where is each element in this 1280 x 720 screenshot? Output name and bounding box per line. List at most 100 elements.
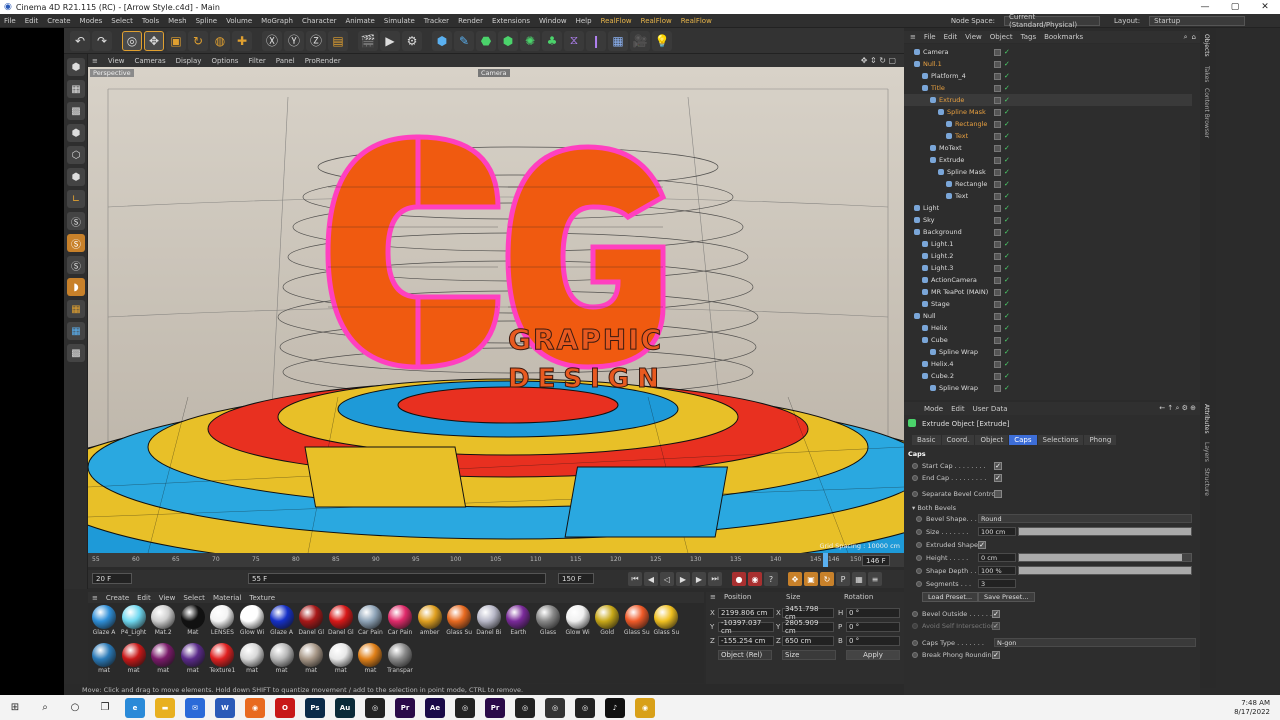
camera-icon[interactable]: 🎥 <box>630 30 650 51</box>
firefox-icon[interactable]: ◉ <box>245 697 265 718</box>
enabled-check-icon[interactable]: ✓ <box>1004 168 1010 176</box>
deformer-icon[interactable]: ⧖ <box>564 30 584 51</box>
object-row[interactable]: Null ✓ <box>904 310 1192 322</box>
cortana-icon[interactable]: ○ <box>65 698 85 718</box>
tiktok-icon[interactable]: ♪ <box>605 697 625 718</box>
bevel-outside-checkbox[interactable]: ✓ <box>992 610 1000 618</box>
chrome-icon[interactable]: ◉ <box>635 697 655 718</box>
enabled-check-icon[interactable]: ✓ <box>1004 204 1010 212</box>
menu-mograph[interactable]: MoGraph <box>261 17 293 25</box>
menu-animate[interactable]: Animate <box>346 17 375 25</box>
start-frame-field[interactable]: 20 F <box>92 573 132 584</box>
attr-nav-icons[interactable]: ← ↑ ⌕ ⚙ ⊕ <box>1159 404 1196 413</box>
menu-tracker[interactable]: Tracker <box>424 17 449 25</box>
axis-mode-icon[interactable]: ∟ <box>67 190 85 208</box>
extruded-shape-checkbox[interactable]: ✓ <box>978 541 986 549</box>
obj-menu-view[interactable]: View <box>965 33 982 41</box>
coordinate-system-icon[interactable]: ▤ <box>328 30 348 51</box>
object-row[interactable]: Sky ✓ <box>904 214 1192 226</box>
anim-dot[interactable] <box>916 516 922 522</box>
bevel-shape-dropdown[interactable]: Round <box>978 514 1192 523</box>
home-icon[interactable]: ⌂ <box>1192 33 1196 41</box>
obj-menu-file[interactable]: File <box>924 33 936 41</box>
size-field[interactable]: 100 cm <box>978 527 1016 536</box>
enabled-check-icon[interactable]: ✓ <box>1004 84 1010 92</box>
material-swatch[interactable]: mat <box>297 643 325 681</box>
menu-volume[interactable]: Volume <box>226 17 252 25</box>
material-swatch[interactable]: Earth <box>504 605 532 643</box>
undo-icon[interactable]: ↶ <box>70 30 90 51</box>
attr-menu-mode[interactable]: Mode <box>924 405 943 413</box>
object-row[interactable]: Light ✓ <box>904 202 1192 214</box>
visibility-toggle[interactable] <box>994 60 1001 68</box>
menu-select[interactable]: Select <box>111 17 133 25</box>
material-swatch[interactable]: Glass <box>534 605 562 643</box>
vp-menu-options[interactable]: Options <box>211 57 238 65</box>
visibility-toggle[interactable] <box>994 288 1001 296</box>
play-reverse-icon[interactable]: ◁ <box>660 572 674 586</box>
locked-workplane-icon[interactable]: ▦ <box>67 322 85 340</box>
material-swatch[interactable]: Mat.2 <box>149 605 177 643</box>
y-axis-icon[interactable]: Ⓨ <box>284 30 304 51</box>
attr-menu-userdata[interactable]: User Data <box>973 405 1008 413</box>
visibility-toggle[interactable] <box>994 276 1001 284</box>
visibility-toggle[interactable] <box>994 300 1001 308</box>
enabled-check-icon[interactable]: ✓ <box>1004 60 1010 68</box>
enabled-check-icon[interactable]: ✓ <box>1004 108 1010 116</box>
enabled-check-icon[interactable]: ✓ <box>1004 324 1010 332</box>
point-mode-icon[interactable]: ⬢ <box>67 124 85 142</box>
visibility-toggle[interactable] <box>994 240 1001 248</box>
bend-icon[interactable]: ♣ <box>542 30 562 51</box>
polygon-mode-icon[interactable]: ⬢ <box>67 168 85 186</box>
separate-bevel-checkbox[interactable] <box>994 490 1002 498</box>
material-swatch[interactable]: Glass Su <box>445 605 473 643</box>
material-swatch[interactable]: mat <box>120 643 148 681</box>
minimize-button[interactable]: — <box>1190 2 1220 12</box>
enabled-check-icon[interactable]: ✓ <box>1004 144 1010 152</box>
enabled-check-icon[interactable]: ✓ <box>1004 312 1010 320</box>
visibility-toggle[interactable] <box>994 336 1001 344</box>
c4d-icon[interactable]: ◎ <box>365 697 385 718</box>
object-row[interactable]: Helix.4 ✓ <box>904 358 1192 370</box>
next-key-icon[interactable]: ▶ <box>692 572 706 586</box>
object-row[interactable]: Title ✓ <box>904 82 1192 94</box>
key-scale-icon[interactable]: ▣ <box>804 572 818 586</box>
side-tab-takes[interactable]: Takes <box>1203 66 1210 82</box>
object-row[interactable]: Camera ✓ <box>904 46 1192 58</box>
enabled-check-icon[interactable]: ✓ <box>1004 372 1010 380</box>
object-row[interactable]: Light.1 ✓ <box>904 238 1192 250</box>
enabled-check-icon[interactable]: ✓ <box>1004 48 1010 56</box>
both-bevels-group[interactable]: ▾ Both Bevels <box>912 504 956 512</box>
enabled-check-icon[interactable]: ✓ <box>1004 132 1010 140</box>
enabled-check-icon[interactable]: ✓ <box>1004 384 1010 392</box>
add-icon[interactable]: ✚ <box>232 30 252 51</box>
apply-button[interactable]: Apply <box>846 650 900 660</box>
tab-phong[interactable]: Phong <box>1084 435 1117 445</box>
c4d5-icon[interactable]: ◎ <box>575 697 595 718</box>
obj-menu-bookmarks[interactable]: Bookmarks <box>1044 33 1083 41</box>
menu-realflow-3[interactable]: RealFlow <box>681 17 712 25</box>
preview-range-start-field[interactable]: 55 F <box>248 573 546 584</box>
visibility-toggle[interactable] <box>994 84 1001 92</box>
coords-menu-icon[interactable]: ≡ <box>710 593 716 601</box>
3d-viewport[interactable]: GRAPHIC DESIGN Perspective Camera Grid S… <box>88 67 904 553</box>
explorer-icon[interactable]: ▬ <box>155 697 175 718</box>
obj-menu-tags[interactable]: Tags <box>1021 33 1037 41</box>
object-row[interactable]: Text ✓ <box>904 190 1192 202</box>
key-pla-icon[interactable]: ▦ <box>852 572 866 586</box>
enabled-check-icon[interactable]: ✓ <box>1004 276 1010 284</box>
node-space-dropdown[interactable]: Current (Standard/Physical) <box>1004 13 1100 29</box>
side-tab-layers[interactable]: Layers <box>1203 442 1210 462</box>
visibility-toggle[interactable] <box>994 204 1001 212</box>
menu-spline[interactable]: Spline <box>196 17 218 25</box>
enabled-check-icon[interactable]: ✓ <box>1004 264 1010 272</box>
object-rel-dropdown[interactable]: Object (Rel) <box>718 650 772 660</box>
material-swatch[interactable]: Glaze A <box>268 605 296 643</box>
visibility-toggle[interactable] <box>994 180 1001 188</box>
visibility-toggle[interactable] <box>994 216 1001 224</box>
menu-render[interactable]: Render <box>458 17 483 25</box>
mat-menu-view[interactable]: View <box>159 594 176 602</box>
material-swatch[interactable]: mat <box>356 643 384 681</box>
material-swatch[interactable]: mat <box>327 643 355 681</box>
c4d4-icon[interactable]: ◎ <box>545 697 565 718</box>
